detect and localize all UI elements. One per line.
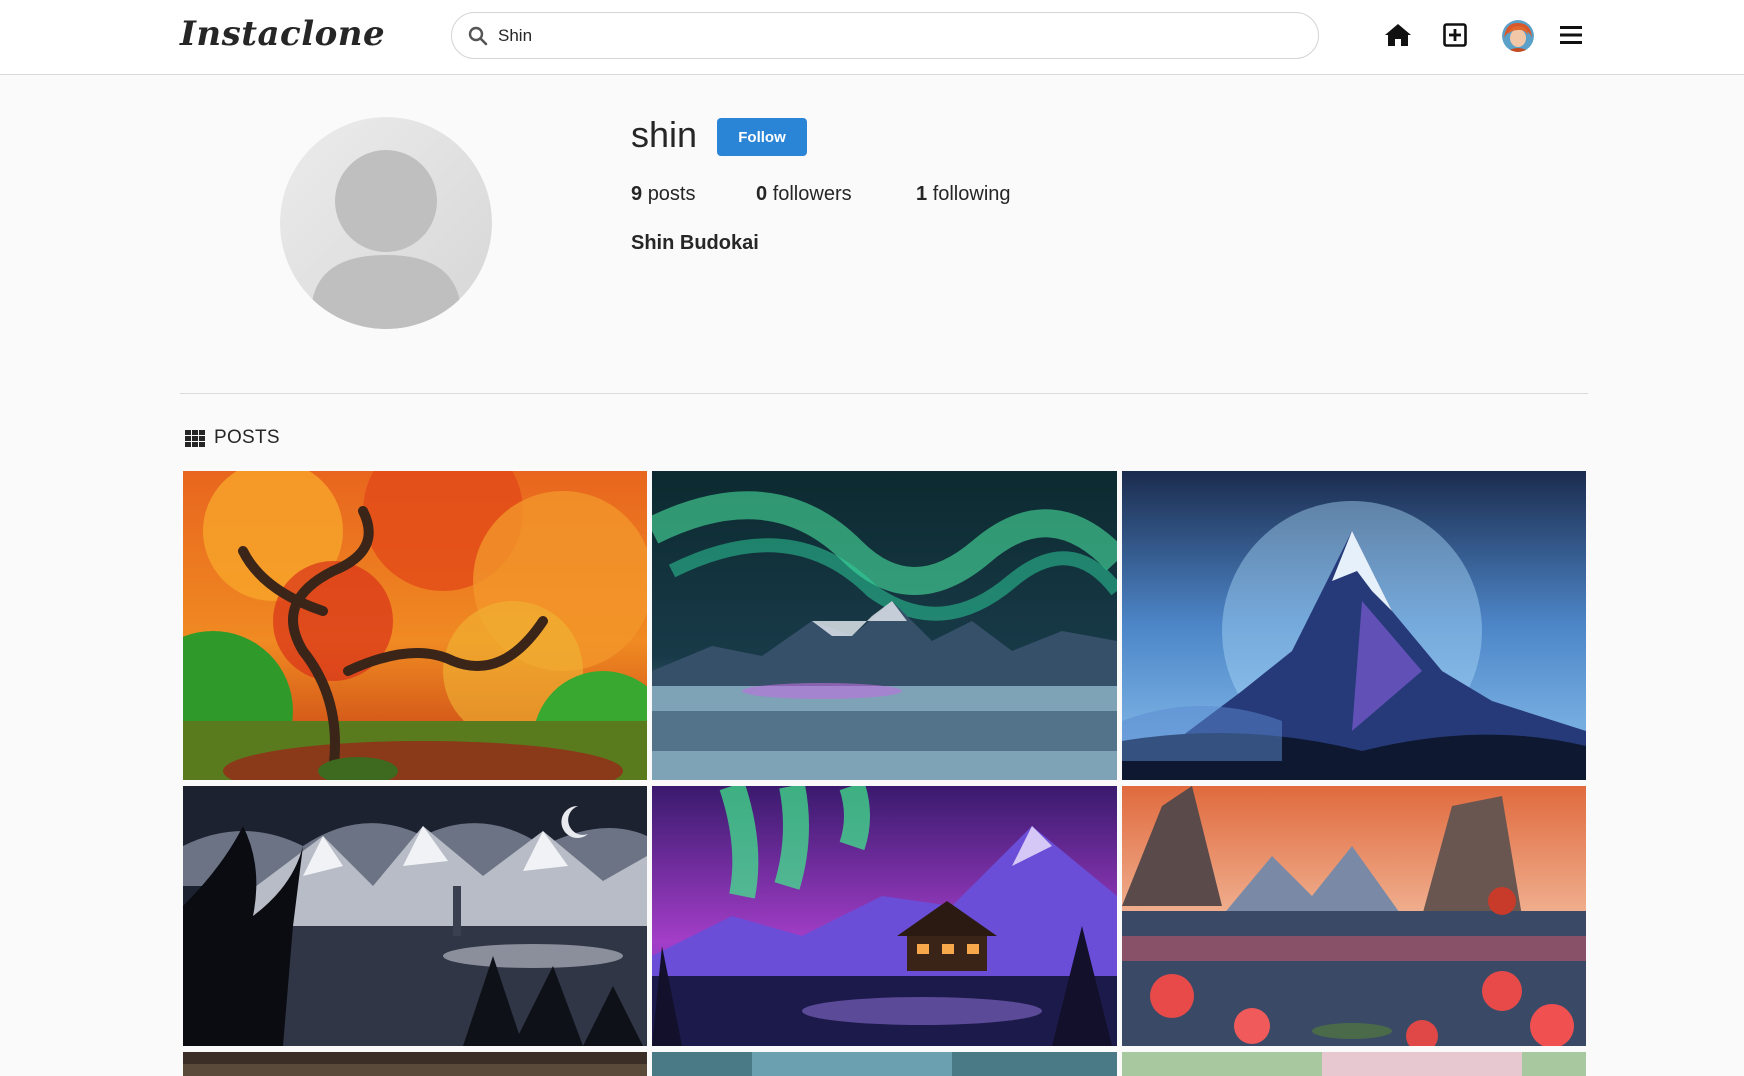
profile-full-name: Shin Budokai	[631, 232, 759, 254]
followers-count: 0	[756, 183, 768, 205]
post-thumbnail[interactable]	[183, 1052, 647, 1076]
posts-count: 9	[631, 183, 643, 205]
follow-button[interactable]: Follow	[717, 118, 807, 156]
post-thumbnail[interactable]	[183, 471, 647, 780]
section-divider	[180, 393, 1588, 394]
post-thumbnail[interactable]	[652, 786, 1117, 1046]
top-navigation-bar: Instaclone	[0, 0, 1744, 75]
posts-count-stat: 9 posts	[631, 183, 696, 206]
app-logo[interactable]: Instaclone	[180, 14, 385, 54]
post-thumbnail[interactable]	[652, 1052, 1117, 1076]
search-input[interactable]	[498, 21, 1298, 51]
grid-icon	[185, 429, 205, 447]
user-avatar[interactable]	[1502, 20, 1534, 52]
followers-label: followers	[772, 183, 852, 205]
followers-stat[interactable]: 0 followers	[756, 183, 852, 206]
tab-posts[interactable]: POSTS	[185, 427, 280, 449]
following-stat[interactable]: 1 following	[916, 183, 1011, 206]
post-thumbnail[interactable]	[1122, 786, 1586, 1046]
profile-username: shin	[631, 114, 698, 155]
add-post-icon[interactable]	[1440, 20, 1470, 50]
search-bar[interactable]	[451, 12, 1319, 59]
search-icon	[468, 26, 488, 46]
post-thumbnail[interactable]	[1122, 471, 1586, 780]
home-icon[interactable]	[1383, 20, 1413, 50]
post-thumbnail[interactable]	[1122, 1052, 1586, 1076]
tab-posts-label: POSTS	[214, 427, 280, 448]
following-count: 1	[916, 183, 928, 205]
post-thumbnail[interactable]	[183, 786, 647, 1046]
profile-picture	[280, 117, 492, 329]
following-label: following	[932, 183, 1011, 205]
posts-label: posts	[647, 183, 696, 205]
menu-icon[interactable]	[1556, 20, 1586, 50]
post-thumbnail[interactable]	[652, 471, 1117, 780]
